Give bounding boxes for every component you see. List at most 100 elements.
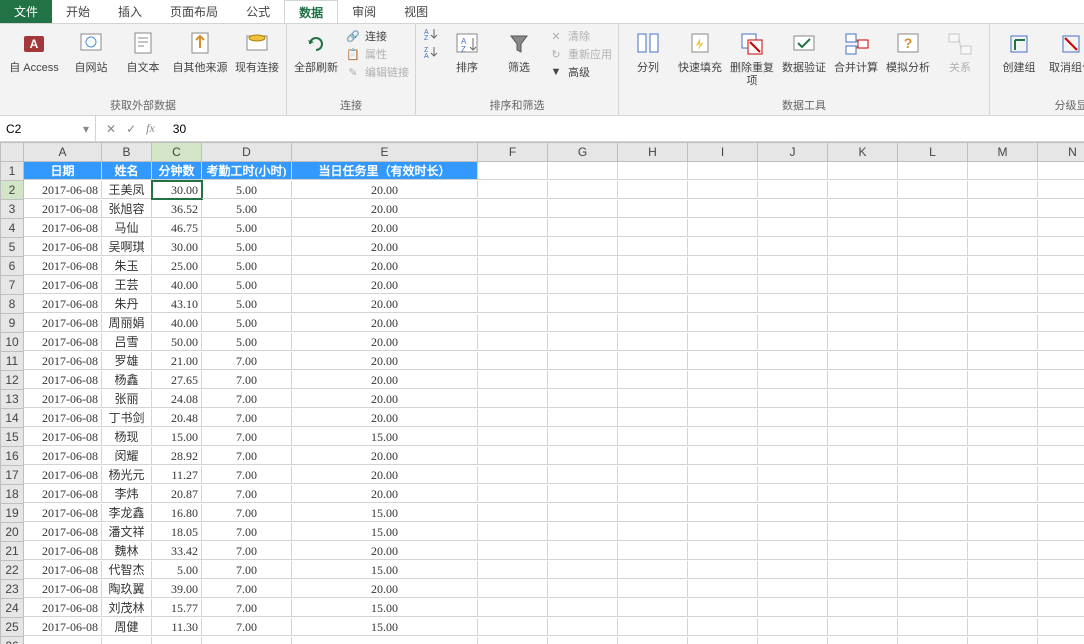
cell-H20[interactable] xyxy=(618,523,688,541)
cell-H14[interactable] xyxy=(618,409,688,427)
cell-E12[interactable]: 20.00 xyxy=(292,371,478,389)
cell-J25[interactable] xyxy=(758,618,828,636)
whatif-button[interactable]: ? 模拟分析 xyxy=(885,26,931,77)
cell-H26[interactable] xyxy=(618,637,688,644)
cell-C17[interactable]: 11.27 xyxy=(152,466,202,484)
cell-M8[interactable] xyxy=(968,295,1038,313)
col-header-N[interactable]: N xyxy=(1038,142,1084,162)
cell-K17[interactable] xyxy=(828,466,898,484)
cell-A11[interactable]: 2017-06-08 xyxy=(24,352,102,370)
cell-F22[interactable] xyxy=(478,561,548,579)
row-header-16[interactable]: 16 xyxy=(0,447,24,466)
cell-A15[interactable]: 2017-06-08 xyxy=(24,428,102,446)
cell-G19[interactable] xyxy=(548,504,618,522)
cell-J16[interactable] xyxy=(758,447,828,465)
cell-M11[interactable] xyxy=(968,352,1038,370)
cell-I9[interactable] xyxy=(688,314,758,332)
consolidate-button[interactable]: 合并计算 xyxy=(833,26,879,77)
cell-M2[interactable] xyxy=(968,181,1038,199)
cell-K6[interactable] xyxy=(828,257,898,275)
cell-L9[interactable] xyxy=(898,314,968,332)
cell-G23[interactable] xyxy=(548,580,618,598)
cell-G16[interactable] xyxy=(548,447,618,465)
cell-C16[interactable]: 28.92 xyxy=(152,447,202,465)
row-header-13[interactable]: 13 xyxy=(0,390,24,409)
cell-C4[interactable]: 46.75 xyxy=(152,219,202,237)
cell-E14[interactable]: 20.00 xyxy=(292,409,478,427)
cell-C11[interactable]: 21.00 xyxy=(152,352,202,370)
tab-页面布局[interactable]: 页面布局 xyxy=(156,0,232,23)
cell-M12[interactable] xyxy=(968,371,1038,389)
cell-C12[interactable]: 27.65 xyxy=(152,371,202,389)
name-box-input[interactable] xyxy=(6,122,66,136)
cell-M18[interactable] xyxy=(968,485,1038,503)
cell-F25[interactable] xyxy=(478,618,548,636)
cell-B23[interactable]: 陶玖翼 xyxy=(102,580,152,598)
cell-N24[interactable] xyxy=(1038,599,1084,617)
row-header-20[interactable]: 20 xyxy=(0,523,24,542)
cell-E15[interactable]: 15.00 xyxy=(292,428,478,446)
cell-C18[interactable]: 20.87 xyxy=(152,485,202,503)
cell-N11[interactable] xyxy=(1038,352,1084,370)
cell-E22[interactable]: 15.00 xyxy=(292,561,478,579)
cell-K26[interactable] xyxy=(828,637,898,644)
col-header-C[interactable]: C xyxy=(152,142,202,162)
cell-D2[interactable]: 5.00 xyxy=(202,181,292,199)
cell-A8[interactable]: 2017-06-08 xyxy=(24,295,102,313)
cell-N19[interactable] xyxy=(1038,504,1084,522)
cell-K13[interactable] xyxy=(828,390,898,408)
cell-F16[interactable] xyxy=(478,447,548,465)
fx-icon[interactable]: fx xyxy=(146,121,155,136)
cell-M17[interactable] xyxy=(968,466,1038,484)
cell-A25[interactable]: 2017-06-08 xyxy=(24,618,102,636)
formula-input[interactable] xyxy=(165,122,1084,136)
cell-B12[interactable]: 杨鑫 xyxy=(102,371,152,389)
cell-K25[interactable] xyxy=(828,618,898,636)
cell-G3[interactable] xyxy=(548,200,618,218)
cell-E7[interactable]: 20.00 xyxy=(292,276,478,294)
cell-B13[interactable]: 张丽 xyxy=(102,390,152,408)
cell-H12[interactable] xyxy=(618,371,688,389)
cell-E24[interactable]: 15.00 xyxy=(292,599,478,617)
cell-M24[interactable] xyxy=(968,599,1038,617)
col-header-I[interactable]: I xyxy=(688,142,758,162)
remove-duplicates-button[interactable]: 删除重复项 xyxy=(729,26,775,90)
cell-F6[interactable] xyxy=(478,257,548,275)
cell-B7[interactable]: 王芸 xyxy=(102,276,152,294)
cell-B8[interactable]: 朱丹 xyxy=(102,295,152,313)
cell-F1[interactable] xyxy=(478,162,548,180)
cell-K1[interactable] xyxy=(828,162,898,180)
col-header-L[interactable]: L xyxy=(898,142,968,162)
cell-L7[interactable] xyxy=(898,276,968,294)
cell-G13[interactable] xyxy=(548,390,618,408)
cell-E16[interactable]: 20.00 xyxy=(292,447,478,465)
cell-C8[interactable]: 43.10 xyxy=(152,295,202,313)
cell-H17[interactable] xyxy=(618,466,688,484)
cell-B21[interactable]: 魏林 xyxy=(102,542,152,560)
cell-M23[interactable] xyxy=(968,580,1038,598)
cell-E6[interactable]: 20.00 xyxy=(292,257,478,275)
cell-J14[interactable] xyxy=(758,409,828,427)
cell-C21[interactable]: 33.42 xyxy=(152,542,202,560)
cell-M26[interactable] xyxy=(968,637,1038,644)
cell-G6[interactable] xyxy=(548,257,618,275)
cell-M21[interactable] xyxy=(968,542,1038,560)
row-header-8[interactable]: 8 xyxy=(0,295,24,314)
row-header-1[interactable]: 1 xyxy=(0,162,24,181)
cell-I14[interactable] xyxy=(688,409,758,427)
cell-M5[interactable] xyxy=(968,238,1038,256)
col-header-E[interactable]: E xyxy=(292,142,478,162)
cell-A2[interactable]: 2017-06-08 xyxy=(24,181,102,199)
cell-F8[interactable] xyxy=(478,295,548,313)
cell-L15[interactable] xyxy=(898,428,968,446)
cell-F9[interactable] xyxy=(478,314,548,332)
name-box-dropdown-icon[interactable]: ▾ xyxy=(83,122,89,136)
cell-H5[interactable] xyxy=(618,238,688,256)
cell-C3[interactable]: 36.52 xyxy=(152,200,202,218)
cell-L13[interactable] xyxy=(898,390,968,408)
cell-I11[interactable] xyxy=(688,352,758,370)
cell-H13[interactable] xyxy=(618,390,688,408)
cell-K23[interactable] xyxy=(828,580,898,598)
cell-M13[interactable] xyxy=(968,390,1038,408)
cell-D19[interactable]: 7.00 xyxy=(202,504,292,522)
